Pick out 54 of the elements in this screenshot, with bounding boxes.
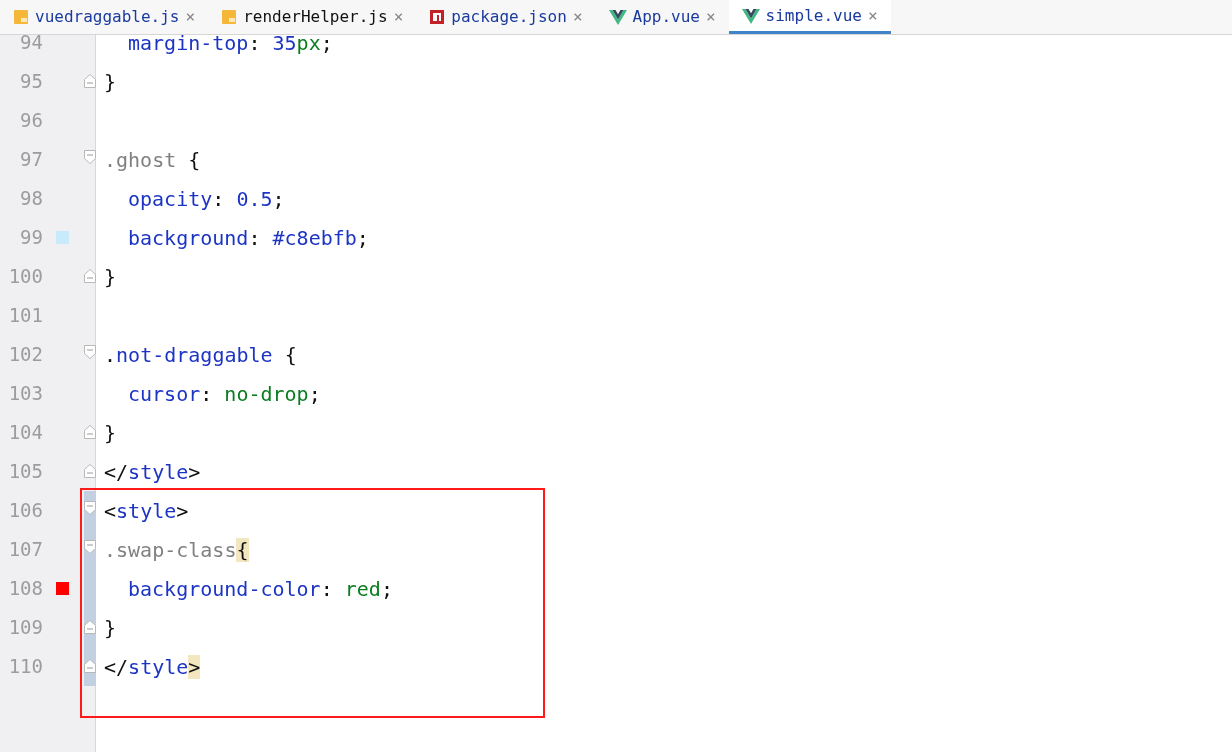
close-icon[interactable]: × — [393, 5, 404, 29]
fold-marker-icon[interactable] — [84, 269, 96, 283]
code-line: background: #c8ebfb; — [128, 224, 369, 252]
line-number: 98 — [20, 187, 43, 209]
file-tab[interactable]: package.json × — [416, 0, 596, 34]
file-tab[interactable]: renderHelper.js × — [208, 0, 417, 34]
line-number: 99 — [20, 226, 43, 248]
line-number: 107 — [8, 538, 43, 560]
code-line: } — [104, 263, 117, 291]
code-line: </style> — [104, 653, 201, 681]
file-tab[interactable]: simple.vue × — [728, 0, 891, 34]
code-line: cursor: no-drop; — [128, 380, 321, 408]
line-number: 103 — [8, 382, 43, 404]
code-line: .swap-class{ — [104, 536, 249, 564]
line-number: 97 — [20, 148, 43, 170]
js-file-icon — [221, 9, 238, 25]
line-number: 100 — [8, 265, 43, 287]
line-number: 110 — [8, 655, 43, 677]
vue-logo-icon — [741, 7, 760, 24]
code-line: opacity: 0.5; — [128, 185, 285, 213]
code-line: </style> — [104, 458, 201, 486]
close-icon[interactable]: × — [867, 3, 878, 28]
code-line: .not-draggable { — [104, 341, 297, 369]
line-number: 101 — [8, 304, 43, 326]
line-number: 94 — [20, 35, 43, 53]
line-number: 106 — [8, 499, 43, 521]
fold-marker-icon[interactable] — [84, 464, 96, 478]
line-number: 96 — [20, 109, 43, 131]
code-line: } — [104, 419, 117, 447]
fold-marker-icon[interactable] — [84, 345, 96, 359]
code-line: <style> — [104, 497, 189, 525]
line-number: 105 — [8, 460, 43, 482]
fold-marker-icon[interactable] — [84, 620, 96, 634]
fold-marker-icon[interactable] — [84, 659, 96, 673]
fold-marker-icon[interactable] — [84, 540, 96, 554]
line-number: 104 — [8, 421, 43, 443]
vue-logo-icon — [608, 9, 627, 25]
code-line: .ghost { — [104, 146, 201, 174]
code-line: background-color: red; — [128, 575, 393, 603]
code-line: } — [104, 614, 117, 642]
file-tab[interactable]: App.vue × — [595, 0, 729, 34]
fold-marker-icon[interactable] — [84, 501, 96, 515]
package-icon — [429, 9, 446, 25]
file-tab[interactable]: vuedraggable.js × — [0, 0, 209, 34]
line-number: 109 — [8, 616, 43, 638]
line-number: 108 — [8, 577, 43, 599]
js-file-icon — [13, 9, 29, 25]
code-line: margin-top: 35px; — [128, 35, 333, 57]
line-number: 102 — [8, 343, 43, 365]
fold-marker-icon[interactable] — [84, 74, 96, 88]
fold-marker-icon[interactable] — [84, 425, 96, 439]
line-number: 95 — [20, 70, 43, 92]
code-line: } — [104, 68, 117, 96]
fold-marker-icon[interactable] — [84, 150, 96, 164]
